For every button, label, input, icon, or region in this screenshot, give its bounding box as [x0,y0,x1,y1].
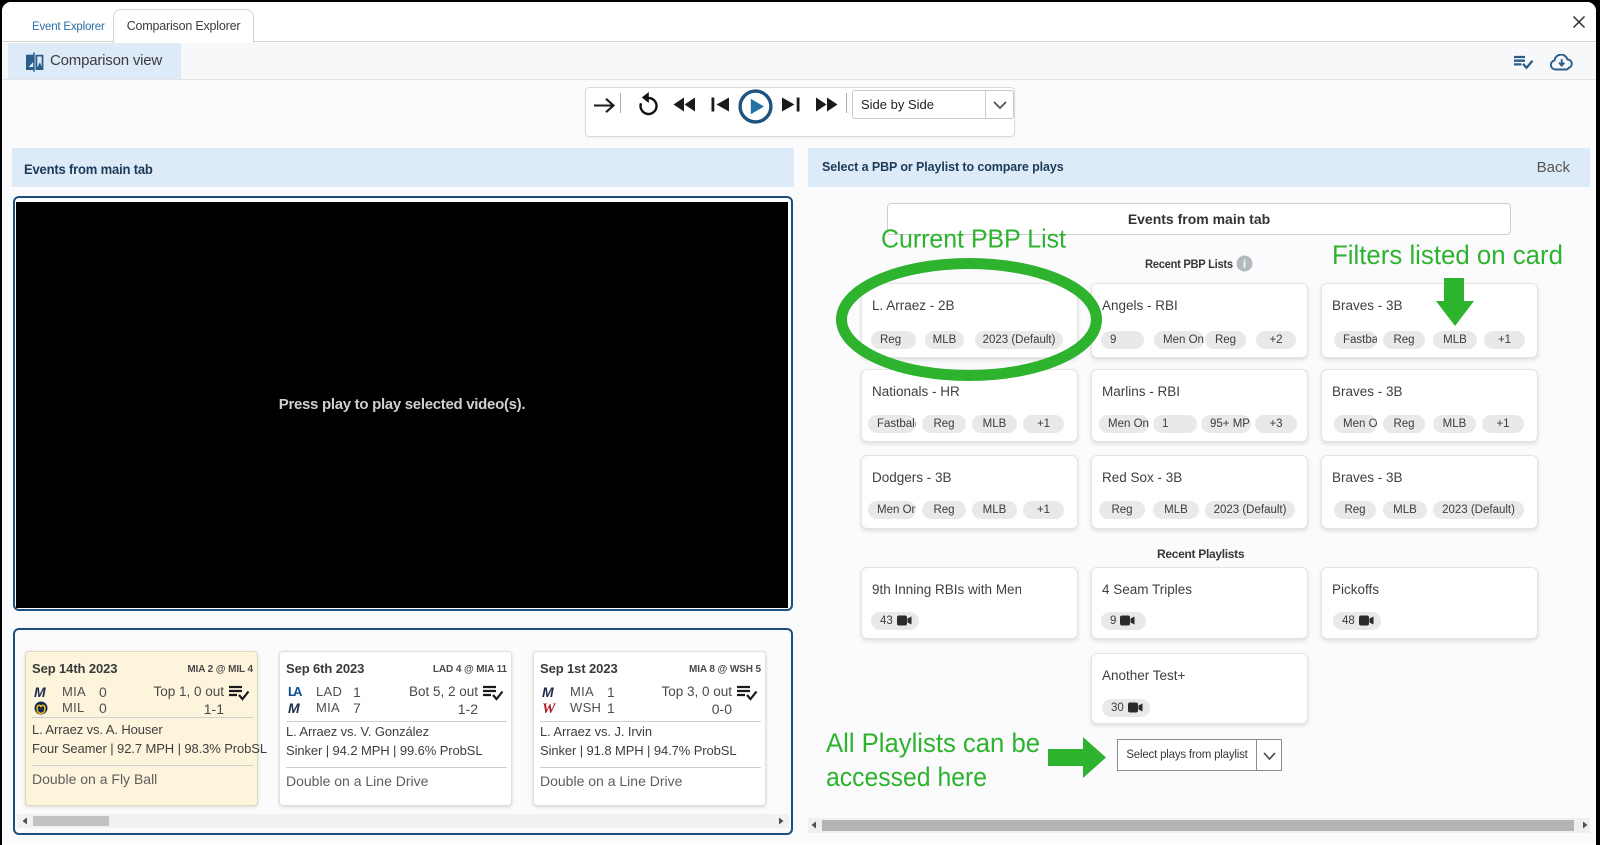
svg-text:Current PBP List: Current PBP List [881,224,1067,254]
svg-text:Filters listed on card: Filters listed on card [1332,240,1563,270]
svg-text:accessed here: accessed here [826,762,987,792]
svg-text:All Playlists can be: All Playlists can be [826,728,1040,758]
